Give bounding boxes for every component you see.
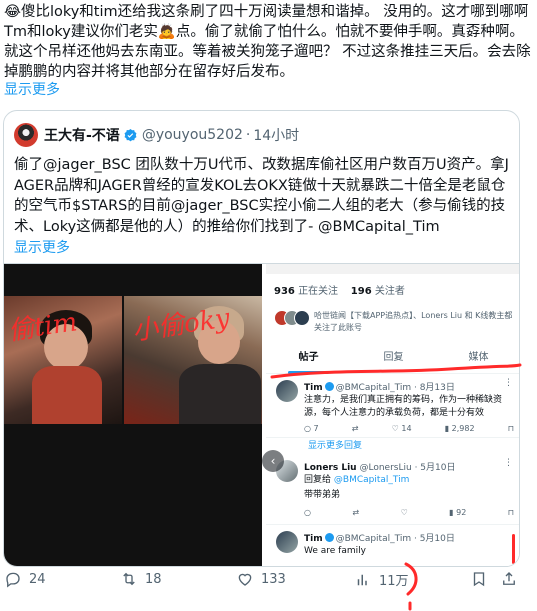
retweet-count: 18: [145, 571, 162, 587]
quoted-tweet-header: 王大有-不语 @youyou5202 · 14小时: [14, 123, 299, 147]
avatar: [276, 380, 298, 402]
screenshot-tweet-actions: ○ ⇄ ♡ ▮ 92 ⊓: [304, 508, 514, 520]
photo-right: 小偷oky: [124, 296, 262, 424]
mutual-followers: 哈世链闻【下载APP追热点】、Loners Liu 和 K线教主都关注了此账号: [274, 310, 514, 334]
like-icon: ♡ 14: [391, 424, 412, 433]
screenshot-tweet-text: 注意力，是我们真正拥有的筹码，作为一种稀缺资源，每个人注意力的承载负荷，都是十分…: [304, 395, 503, 418]
mutual-followers-text: 哈世链闻【下载APP追热点】、Loners Liu 和 K线教主都关注了此账号: [314, 311, 513, 332]
retweet-icon: ⇄: [352, 508, 360, 517]
retweet-icon: ⇄: [351, 424, 359, 433]
like-button[interactable]: 133: [236, 570, 286, 588]
red-underline-annotation: [270, 363, 522, 379]
screenshot-tweet-2: Loners Liu @LonersLiu · 5月10日 ⋮ 回复给 @BMC…: [266, 454, 519, 522]
views-icon: [357, 574, 367, 585]
like-icon: ♡: [400, 508, 408, 517]
screenshot-tweet-actions: ○ 7 ⇄ ♡ 14 ▮ 2,982 ⊓: [304, 424, 514, 436]
retweet-icon: [123, 572, 135, 586]
quoted-show-more-link[interactable]: 显示更多: [14, 237, 70, 257]
following-count: 936: [274, 286, 295, 297]
verified-badge-icon: [124, 128, 137, 141]
screenshot-tweet-text: 带带弟弟: [304, 490, 341, 500]
quoted-media[interactable]: 偷tim 小偷oky 936 正在关注 196 关注者 哈世链闻【下载APP追热…: [4, 263, 519, 566]
avatar[interactable]: [14, 123, 38, 147]
avatar: [276, 531, 298, 553]
carousel-prev-button[interactable]: ‹: [262, 450, 284, 472]
quoted-tweet-card[interactable]: 王大有-不语 @youyou5202 · 14小时 偷了@jager_BSC 团…: [3, 110, 520, 567]
profile-screenshot[interactable]: 936 正在关注 196 关注者 哈世链闻【下载APP追热点】、Loners L…: [266, 264, 519, 566]
screenshot-reply-to: 回复给 @BMCapital_Tim: [304, 475, 410, 485]
like-count: 133: [261, 571, 286, 587]
followers-label: 关注者: [374, 286, 405, 297]
screenshot-tweet-header: Tim @BMCapital_Tim · 5月10日: [304, 533, 455, 544]
follow-counts: 936 正在关注 196 关注者: [274, 282, 405, 297]
share-icon: [503, 572, 515, 585]
share-button[interactable]: [500, 570, 525, 588]
tweet-action-bar: 24 18 133 11万: [0, 568, 537, 592]
show-more-link[interactable]: 显示更多: [4, 79, 60, 99]
following-label: 正在关注: [298, 286, 339, 297]
reply-icon: [6, 572, 20, 588]
views-icon: ▮ 92: [449, 508, 467, 517]
red-mark: [512, 534, 515, 564]
verified-badge-icon: [324, 533, 334, 542]
reply-count: 24: [29, 571, 46, 587]
bookmark-button[interactable]: [470, 570, 495, 588]
show-more-replies: 显示更多回复: [308, 441, 363, 451]
heart-icon: [238, 573, 252, 586]
views-icon: ▮ 2,982: [444, 424, 475, 433]
post-text: 😂傻比loky和tim还给我这条刷了四十万阅读量想和谐掉。 没用的。这才哪到哪啊…: [4, 4, 531, 80]
screenshot-tweet-3: Tim @BMCapital_Tim · 5月10日 We are family: [266, 524, 519, 566]
bookmark-icon: [473, 572, 485, 587]
separator-dot: ·: [245, 127, 251, 143]
quoted-author-name[interactable]: 王大有-不语: [44, 125, 120, 145]
bookmark-icon: ⊓: [507, 424, 514, 433]
mutual-avatars: [274, 310, 310, 326]
screenshot-tweet-header: Loners Liu @LonersLiu · 5月10日: [304, 463, 456, 473]
reply-button[interactable]: 24: [4, 570, 46, 588]
followers-count: 196: [350, 286, 372, 297]
reply-icon: ○: [304, 508, 311, 517]
bookmark-icon: ⊓: [507, 508, 514, 517]
screenshot-top-edge: [266, 264, 519, 274]
red-bracket-annotation: [404, 562, 418, 611]
photo-collage[interactable]: 偷tim 小偷oky: [4, 264, 262, 566]
more-icon: ⋮: [504, 458, 513, 468]
quoted-author-handle[interactable]: @youyou5202: [142, 127, 243, 143]
quoted-tweet-text: 偷了@jager_BSC 团队数十万U代币、改数据库偷社区用户数百万U资产。拿J…: [14, 157, 509, 235]
screenshot-tweet-1: Tim @BMCapital_Tim · 8月13日 ⋮ 注意力，是我们真正拥有的…: [266, 374, 519, 438]
retweet-button[interactable]: 18: [120, 570, 162, 588]
reply-icon: ○ 7: [304, 424, 319, 433]
verified-badge-icon: [324, 382, 334, 391]
quoted-timestamp[interactable]: 14小时: [253, 125, 299, 145]
photo-left: 偷tim: [4, 296, 122, 424]
screenshot-tweet-text: We are family: [304, 546, 366, 556]
